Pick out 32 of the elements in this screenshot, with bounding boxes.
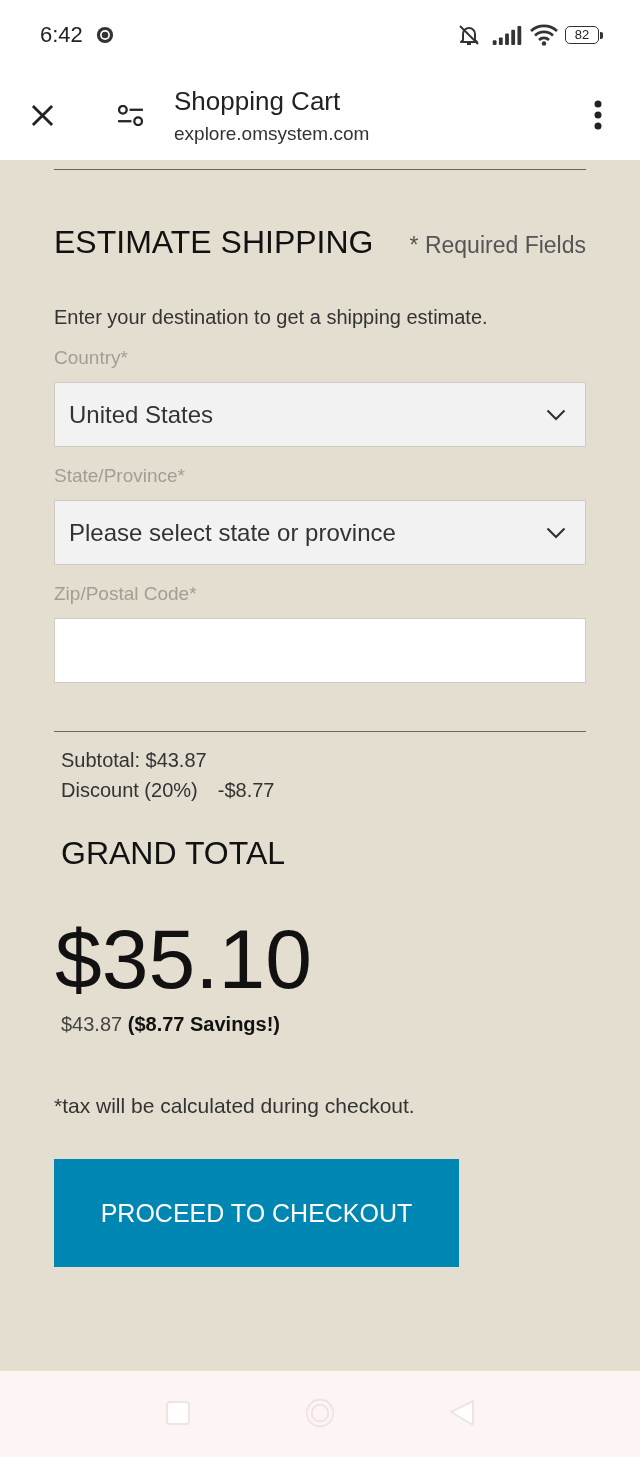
app-logo-icon — [95, 26, 114, 44]
field-label: Country* — [54, 346, 128, 370]
grand-total-label: GRAND TOTAL — [61, 834, 286, 873]
dropdown-field[interactable]: United States — [54, 382, 586, 447]
page-title: Shopping Cart — [174, 85, 342, 117]
chevron-down-icon — [546, 526, 566, 539]
checkout-button[interactable]: PROCEED TO CHECKOUT — [54, 1159, 459, 1267]
more-options-icon[interactable] — [594, 100, 602, 130]
signal-icon — [492, 25, 522, 45]
dropdown-field[interactable]: Please select state or province — [54, 500, 586, 565]
bell-off-icon — [457, 23, 481, 47]
discount-amount: -$8.77 — [217, 778, 275, 803]
savings-text: $43.87 ($8.77 Savings!) — [61, 1012, 281, 1036]
wifi-icon — [530, 24, 558, 46]
required-fields-note: * Required Fields — [409, 231, 586, 260]
status-time: 6:42 — [40, 22, 83, 48]
subtotal-text: Subtotal: $43.87 — [61, 748, 207, 773]
grand-total-amount: $35.10 — [55, 914, 312, 1004]
field-label: Zip/Postal Code* — [54, 582, 197, 606]
chevron-down-icon — [546, 408, 566, 421]
recents-icon[interactable] — [163, 1398, 193, 1428]
page-url: explore.omsystem.com — [174, 122, 371, 146]
field-label: State/Province* — [54, 464, 185, 488]
instructions-text: Enter your destination to get a shipping estimate. — [54, 305, 488, 329]
sliders-icon[interactable] — [117, 104, 144, 126]
back-icon[interactable] — [447, 1398, 477, 1428]
battery-percent: 82 — [574, 28, 590, 42]
tax-note: *tax will be calculated during checkout. — [54, 1093, 415, 1119]
text-input-field[interactable] — [54, 618, 586, 683]
section-heading: ESTIMATE SHIPPING — [54, 223, 374, 262]
close-icon[interactable] — [31, 103, 54, 127]
discount-label: Discount (20%) — [61, 778, 198, 803]
